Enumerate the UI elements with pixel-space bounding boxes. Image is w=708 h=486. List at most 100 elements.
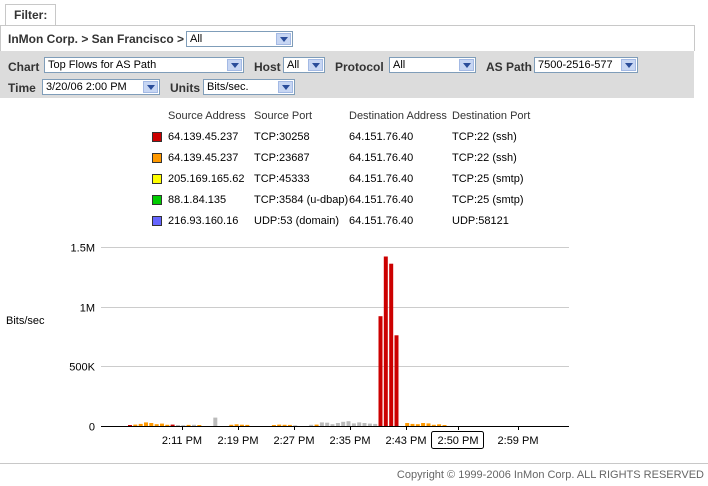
chart-bar: [325, 422, 330, 426]
legend-source-port: TCP:3584 (u-dbap): [254, 194, 349, 206]
y-axis-label: Bits/sec: [6, 315, 45, 327]
x-tick-label: 2:43 PM: [386, 435, 427, 447]
legend-destination-address: 64.151.76.40: [349, 131, 414, 143]
chart-bar: [234, 424, 239, 426]
chart-controls: Chart Top Flows for AS Path Host All Pro…: [0, 51, 694, 98]
filter-tab: Filter:: [5, 4, 57, 25]
legend-destination-address: 64.151.76.40: [349, 215, 414, 227]
breadcrumb-bar: InMon Corp. > San Francisco > All: [0, 25, 695, 51]
protocol-select-value: All: [393, 59, 406, 71]
chart-bar: [197, 425, 202, 426]
legend-destination-port: UDP:58121: [452, 215, 509, 227]
chart-bar: [346, 421, 351, 426]
legend-destination-address: 64.151.76.40: [349, 194, 414, 206]
legend-swatch: [152, 153, 162, 163]
legend-swatch: [152, 216, 162, 226]
chart-bar: [192, 424, 196, 426]
chart-bar: [213, 417, 218, 426]
chart-bar: [271, 425, 276, 426]
chart-select[interactable]: Top Flows for AS Path: [44, 57, 244, 73]
time-label: Time: [8, 81, 36, 95]
protocol-select[interactable]: All: [389, 57, 476, 73]
chart-bar: [186, 424, 191, 426]
chart-bar: [421, 423, 426, 426]
legend-row: 205.169.165.62 TCP:45333 64.151.76.40 TC…: [150, 172, 550, 188]
chart-bar: [245, 424, 250, 426]
chart-bar: [229, 424, 234, 426]
chart-bar: [154, 424, 159, 426]
host-label: Host: [254, 60, 281, 74]
chart-bar: [287, 424, 292, 426]
legend-source-port: TCP:23687: [254, 152, 310, 164]
chart-bar: [389, 263, 394, 426]
legend-header-destination-port: Destination Port: [452, 110, 531, 122]
legend-row: 216.93.160.16 UDP:53 (domain) 64.151.76.…: [150, 214, 550, 230]
chart-bar: [362, 423, 367, 426]
legend-source-address: 64.139.45.237: [168, 152, 239, 164]
units-label: Units: [170, 81, 200, 95]
chart-bar: [181, 425, 186, 426]
chart-bar: [335, 423, 340, 426]
legend-destination-address: 64.151.76.40: [349, 173, 414, 185]
chart-bar: [351, 423, 356, 426]
chevron-down-icon[interactable]: [621, 59, 636, 71]
chart-bar: [277, 424, 282, 426]
chart-bar: [394, 335, 399, 426]
chevron-down-icon[interactable]: [143, 81, 158, 93]
chart-bar: [309, 424, 314, 426]
chart-bar: [128, 425, 132, 426]
aspath-select[interactable]: 7500-2516-577: [534, 57, 638, 73]
units-select[interactable]: Bits/sec.: [203, 79, 295, 95]
protocol-label: Protocol: [335, 60, 384, 74]
chevron-down-icon[interactable]: [276, 33, 291, 45]
legend-destination-port: TCP:25 (smtp): [452, 173, 524, 185]
x-tick-label: 2:27 PM: [274, 435, 315, 447]
legend-destination-address: 64.151.76.40: [349, 152, 414, 164]
legend-source-port: TCP:45333: [254, 173, 310, 185]
chart-bar: [282, 424, 287, 426]
legend-row: 64.139.45.237 TCP:23687 64.151.76.40 TCP…: [150, 151, 550, 167]
chart-bar: [437, 424, 442, 426]
y-tick-label: 1M: [80, 303, 95, 315]
legend-row: 88.1.84.135 TCP:3584 (u-dbap) 64.151.76.…: [150, 193, 550, 209]
chevron-down-icon[interactable]: [308, 59, 323, 71]
chart-label: Chart: [8, 60, 40, 74]
chevron-down-icon[interactable]: [227, 59, 242, 71]
chart-bar: [442, 425, 447, 426]
legend-destination-port: TCP:25 (smtp): [452, 194, 524, 206]
chart-bar: [176, 425, 180, 426]
legend-header-destination-address: Destination Address: [349, 110, 447, 122]
y-tick-label: 1.5M: [71, 243, 95, 255]
chart-bar: [314, 424, 319, 426]
chart-bar: [405, 423, 410, 426]
legend-source-port: UDP:53 (domain): [254, 215, 339, 227]
aspath-label: AS Path: [486, 60, 533, 74]
site-select-value: All: [190, 33, 203, 45]
time-select[interactable]: 3/20/06 2:00 PM: [42, 79, 160, 95]
legend-header-source-address: Source Address: [168, 110, 246, 122]
chart-bar: [330, 424, 335, 426]
chart-bar: [319, 422, 324, 426]
legend-source-address: 205.169.165.62: [168, 173, 245, 185]
chevron-down-icon[interactable]: [459, 59, 474, 71]
host-select[interactable]: All: [283, 57, 325, 73]
chart-bar: [165, 424, 170, 426]
x-tick-label: 2:11 PM: [162, 435, 202, 447]
chart-bar: [144, 422, 148, 426]
units-select-value: Bits/sec.: [207, 81, 249, 93]
chart-bar: [170, 424, 175, 426]
chart-bar: [160, 423, 164, 426]
legend-swatch: [152, 132, 162, 142]
site-select[interactable]: All: [186, 31, 293, 47]
y-tick-label: 0: [89, 422, 95, 434]
legend-source-address: 64.139.45.237: [168, 131, 239, 143]
legend-swatch: [152, 174, 162, 184]
chart-bar: [138, 423, 143, 426]
chart-bar: [341, 421, 346, 426]
x-tick-label: 2:59 PM: [498, 435, 539, 447]
legend-destination-port: TCP:22 (ssh): [452, 131, 517, 143]
chevron-down-icon[interactable]: [278, 81, 293, 93]
host-select-value: All: [287, 59, 300, 71]
chart-select-value: Top Flows for AS Path: [48, 59, 157, 71]
chart-bar: [415, 424, 420, 426]
